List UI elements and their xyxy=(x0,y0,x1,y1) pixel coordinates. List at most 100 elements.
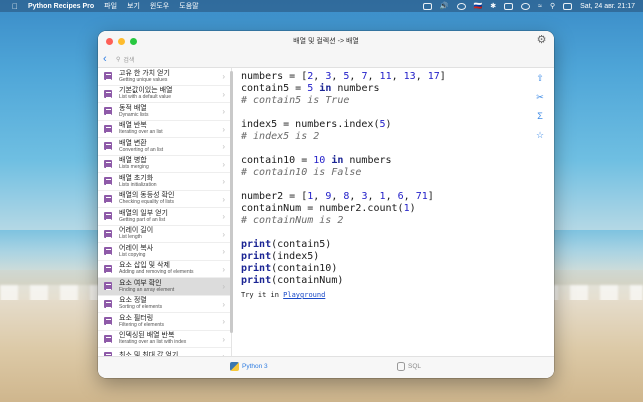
list-item-subtitle: Sorting of elements xyxy=(119,304,163,311)
list-item-subtitle: Adding and removing of elements xyxy=(119,269,194,276)
list-item-title: 고유 한 가치 얻기 xyxy=(119,69,170,77)
chevron-right-icon: › xyxy=(222,247,225,256)
sidebar-scrollbar[interactable] xyxy=(230,71,233,333)
chevron-right-icon: › xyxy=(222,194,225,204)
list-item[interactable]: 배열 병합 Lists merging › xyxy=(98,156,231,173)
code-line: print(contain10) xyxy=(241,263,338,274)
chevron-right-icon: › xyxy=(222,107,225,116)
wifi-icon[interactable]: ≈ xyxy=(538,3,542,10)
list-item-subtitle: List length xyxy=(119,234,142,241)
list-item[interactable]: 요소 삽입 및 삭제 Adding and removing of element… xyxy=(98,261,231,278)
chevron-right-icon: › xyxy=(222,89,225,99)
search-icon: ⚲ xyxy=(116,56,121,63)
list-icon xyxy=(104,194,112,203)
code-line: numbers = [2, 3, 5, 7, 11, 13, 17] xyxy=(241,71,446,82)
list-icon xyxy=(104,299,112,308)
list-item-subtitle: List with a default value xyxy=(119,94,171,101)
list-item[interactable]: 요소 필터링 Filtering of elements › xyxy=(98,313,231,331)
list-item[interactable]: 요소 여부 확인 Finding an array element › xyxy=(98,278,231,296)
list-item[interactable]: 기본값이있는 배열 List with a default value › xyxy=(98,86,231,103)
chevron-right-icon: › xyxy=(222,282,225,291)
chevron-right-icon: › xyxy=(222,159,225,169)
window-title: 배열 및 컬렉션 -> 배열 xyxy=(293,38,359,45)
control-center-icon[interactable] xyxy=(504,2,514,10)
spotlight-icon[interactable]: ⚲ xyxy=(550,2,555,10)
list-item-title: 배열 반복 xyxy=(119,122,147,130)
list-item[interactable]: 어레이 길이 List length › xyxy=(98,226,231,243)
list-item[interactable]: 최소 및 최대 값 얻기› xyxy=(98,348,231,356)
tab-sql-label: SQL xyxy=(408,363,422,370)
code-comment: # index5 is 2 xyxy=(241,131,320,142)
list-icon xyxy=(104,317,112,326)
input-source-icon[interactable]: 🇷🇺 xyxy=(474,2,483,10)
list-item[interactable]: 배열 변환 Converting of an list › xyxy=(98,138,231,156)
list-icon xyxy=(104,229,112,238)
list-item-title: 어레이 길이 xyxy=(119,227,154,235)
chevron-right-icon: › xyxy=(222,317,225,326)
menu-help[interactable]: 도움말 xyxy=(179,1,198,11)
playground-link[interactable]: Playground xyxy=(283,291,325,299)
list-icon xyxy=(104,89,112,98)
menu-window[interactable]: 윈도우 xyxy=(150,1,169,11)
list-item-title: 배열의 동등성 확인 xyxy=(119,192,175,200)
tab-sql[interactable]: SQL xyxy=(397,362,421,371)
list-item-title: 기본값이있는 배열 xyxy=(119,87,173,95)
bluetooth-icon[interactable]: ✱ xyxy=(490,2,496,10)
code-comment: # contain5 is True xyxy=(241,95,350,106)
search-field[interactable]: ⚲ 검색 xyxy=(116,55,134,64)
list-item[interactable]: 배열 초기화 Lists initialization › xyxy=(98,173,231,191)
chevron-left-icon[interactable]: ‹ xyxy=(98,53,112,65)
action-toolbar: ⇧ ✂ Σ ☆ xyxy=(534,73,546,140)
notification-icon[interactable] xyxy=(563,2,573,10)
gear-icon[interactable]: ⚙ xyxy=(536,35,547,46)
list-item[interactable]: 고유 한 가치 얻기 Getting unique values › xyxy=(98,68,231,86)
tab-python[interactable]: Python 3 xyxy=(230,362,268,371)
list-icon xyxy=(104,72,112,81)
list-icon xyxy=(104,124,112,133)
list-item[interactable]: 배열의 일부 얻기 Getting part of an list › xyxy=(98,208,231,226)
list-item[interactable]: 배열의 동등성 확인 Checking equality of lists › xyxy=(98,191,231,208)
chevron-right-icon: › xyxy=(222,142,225,151)
tab-python-label: Python 3 xyxy=(242,363,268,370)
list-icon xyxy=(104,212,112,221)
chevron-right-icon: › xyxy=(222,264,225,274)
list-item[interactable]: 요소 정렬 Sorting of elements › xyxy=(98,296,231,313)
code-view: numbers = [2, 3, 5, 7, 11, 13, 17] conta… xyxy=(241,71,531,351)
chevron-right-icon: › xyxy=(222,299,225,309)
recipe-list: 고유 한 가치 얻기 Getting unique values › 기본값이있는 배… xyxy=(98,68,232,356)
menu-view[interactable]: 보기 xyxy=(127,1,140,11)
list-item-subtitle: Iterating over an list xyxy=(119,129,163,136)
volume-icon[interactable]: 🔊 xyxy=(440,2,449,10)
sum-icon[interactable]: Σ xyxy=(535,111,545,121)
list-item-subtitle: Dynamic lists xyxy=(119,111,149,118)
list-icon xyxy=(104,177,112,186)
chevron-right-icon: › xyxy=(222,72,225,81)
menubar-clock[interactable]: Sat, 24 авг. 21:17 xyxy=(580,3,635,10)
list-item-subtitle: Finding an array element xyxy=(119,286,175,293)
menu-file[interactable]: 파일 xyxy=(104,1,117,11)
list-item-title: 동적 배열 xyxy=(119,104,147,112)
title-bar: 배열 및 컬렉션 -> 배열 ⚙ xyxy=(98,31,554,51)
code-line: print(index5) xyxy=(241,251,320,262)
apple-icon[interactable]:  xyxy=(12,2,18,11)
chat-status-icon[interactable] xyxy=(422,2,432,10)
language-tab-bar: Python 3 SQL xyxy=(98,356,554,378)
star-icon[interactable]: ☆ xyxy=(535,130,545,140)
list-item[interactable]: 어레이 복사 List copying › xyxy=(98,243,231,261)
list-item-title: 배열 변환 xyxy=(119,139,147,147)
list-item[interactable]: 인덱싱된 배열 반복 Iterating over an list with in… xyxy=(98,331,231,348)
vpn-icon[interactable] xyxy=(456,2,466,10)
code-line: index5 = numbers.index(5) xyxy=(241,119,392,130)
code-line: print(contain5) xyxy=(241,239,332,250)
database-icon xyxy=(397,362,405,371)
list-item-title: 요소 여부 확인 xyxy=(119,279,162,287)
share-icon[interactable]: ⇧ xyxy=(535,73,545,83)
app-menu[interactable]: Python Recipes Pro xyxy=(28,3,94,10)
user-icon[interactable] xyxy=(521,2,531,10)
list-item[interactable]: 동적 배열 Dynamic lists › xyxy=(98,103,231,121)
list-item-subtitle: Filtering of elements xyxy=(119,321,165,328)
code-line: containNum = number2.count(1) xyxy=(241,203,416,214)
list-item-title: 배열의 일부 얻기 xyxy=(119,209,168,217)
list-item[interactable]: 배열 반복 Iterating over an list › xyxy=(98,121,231,138)
scissors-icon[interactable]: ✂ xyxy=(535,92,545,102)
